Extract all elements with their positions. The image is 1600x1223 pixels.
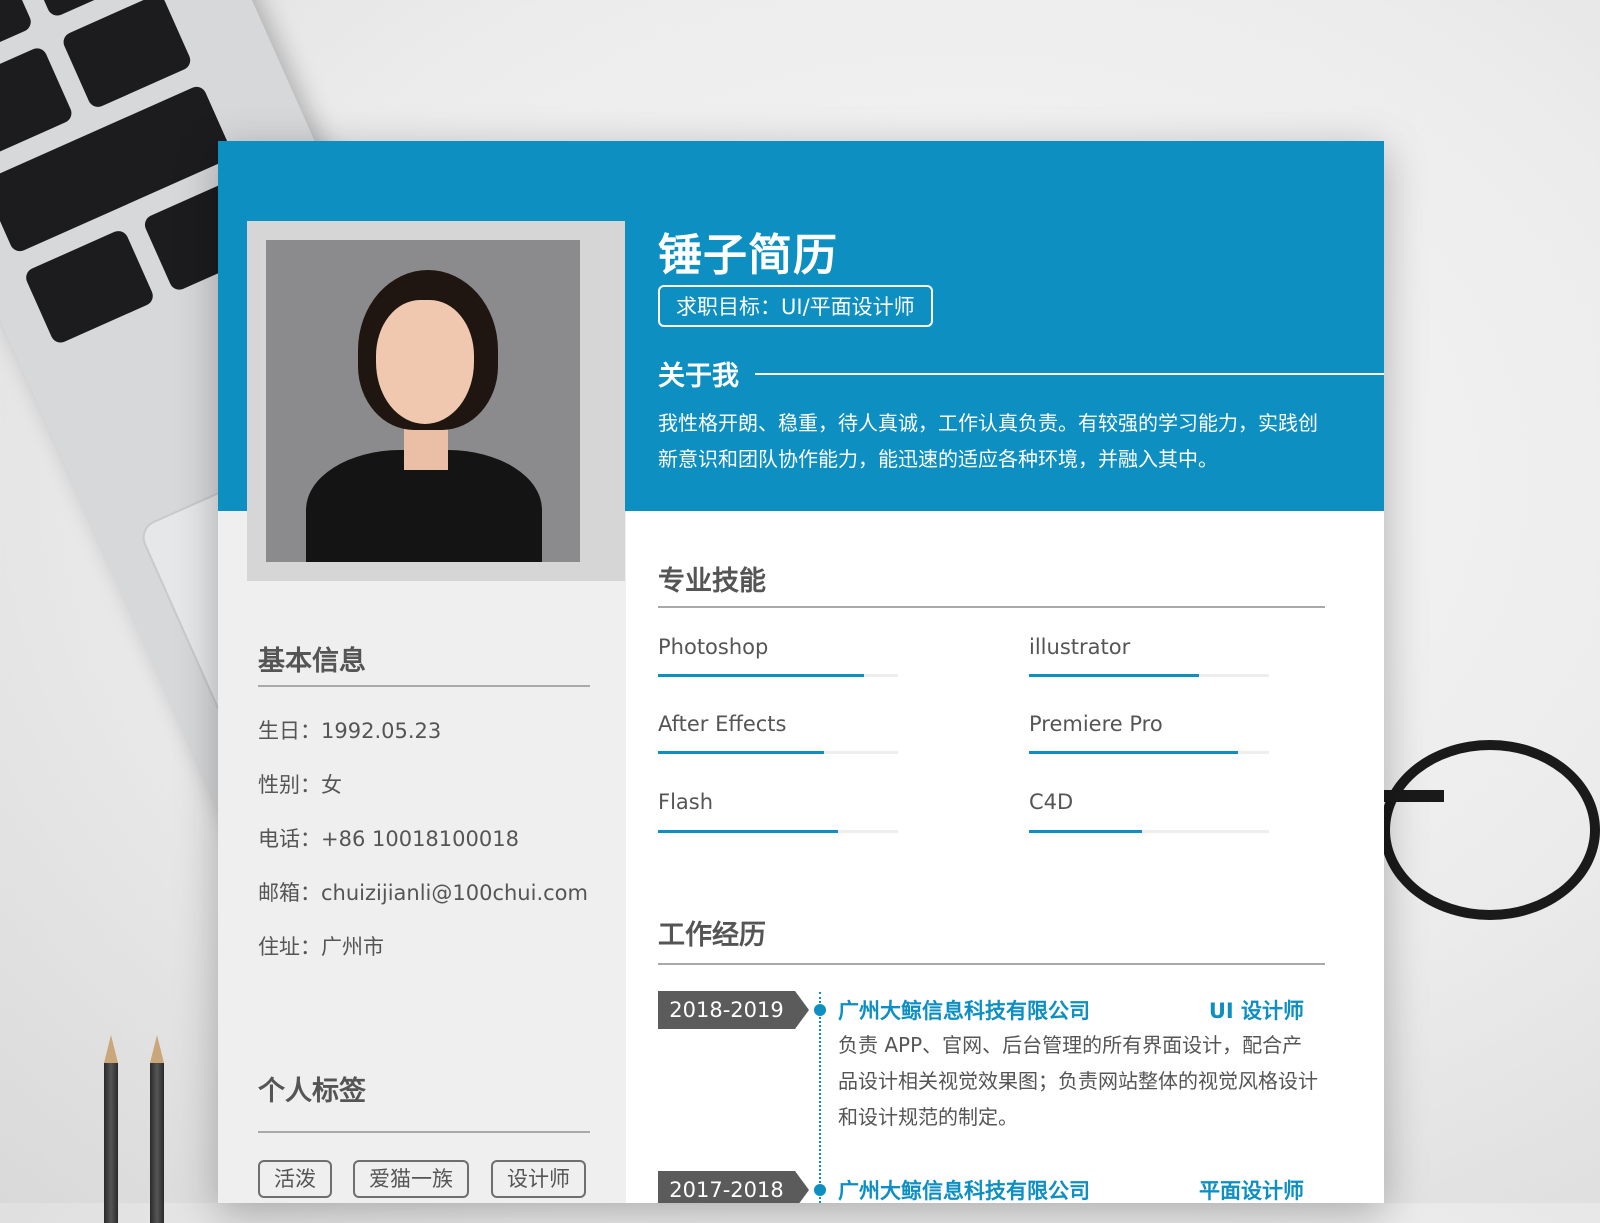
skill-label: Photoshop: [658, 635, 769, 659]
work-title: 工作经历: [658, 920, 766, 951]
about-divider: [755, 373, 1384, 375]
skill-label: Flash: [658, 790, 714, 814]
skill-label: illustrator: [1029, 635, 1131, 659]
skill-label: After Effects: [658, 712, 787, 736]
pencil-decoration: [150, 1035, 164, 1223]
tags-title: 个人标签: [258, 1076, 366, 1107]
skill-label: C4D: [1029, 790, 1074, 814]
work-role: UI 设计师: [1208, 999, 1304, 1023]
timeline-dot: [814, 1184, 826, 1196]
basic-info-divider: [258, 685, 590, 687]
info-email: 邮箱：chuizijianli@100chui.com: [258, 881, 588, 905]
work-description: 负责 APP、官网、后台管理的所有界面设计，配合产品设计相关视觉效果图；负责网站…: [838, 1033, 1318, 1129]
skills-divider: [658, 606, 1325, 608]
tag-item: 爱猫一族: [353, 1160, 469, 1198]
skill-bar-track: [1029, 674, 1269, 677]
skill-label: Premiere Pro: [1029, 712, 1163, 736]
skill-bar-fill: [1029, 674, 1200, 677]
skill-bar-fill: [1029, 751, 1238, 754]
skill-bar-fill: [658, 674, 865, 677]
tags-divider: [258, 1131, 590, 1133]
skill-bar-track: [658, 751, 898, 754]
about-text: 我性格开朗、稳重，待人真诚，工作认真负责。有较强的学习能力，实践创新意识和团队协…: [658, 411, 1318, 471]
pencil-decoration: [104, 1035, 118, 1223]
resume-name: 锤子简历: [658, 230, 838, 281]
about-title: 关于我: [658, 361, 739, 392]
work-company: 广州大鲸信息科技有限公司: [838, 999, 1090, 1023]
work-years: 2017-2018: [658, 1171, 809, 1203]
skill-bar-fill: [1029, 830, 1142, 833]
basic-info-title: 基本信息: [258, 646, 366, 677]
skill-bar-fill: [658, 751, 824, 754]
resume-sheet: 锤子简历 求职目标：UI/平面设计师 关于我 我性格开朗、稳重，待人真诚，工作认…: [218, 141, 1384, 1203]
skills-title: 专业技能: [658, 566, 766, 597]
skill-bar-track: [1029, 830, 1269, 833]
skill-bar-track: [658, 674, 898, 677]
photo-frame: [247, 221, 625, 581]
skill-bar-track: [1029, 751, 1269, 754]
skill-bar-track: [658, 830, 898, 833]
info-birthday: 生日：1992.05.23: [258, 719, 442, 743]
work-divider: [658, 963, 1325, 965]
profile-photo: [266, 240, 580, 562]
work-role: 平面设计师: [1199, 1179, 1304, 1203]
glasses-arm-decoration: [1384, 790, 1444, 802]
skill-bar-fill: [658, 830, 838, 833]
tag-item: 活泼: [258, 1160, 332, 1198]
work-years: 2018-2019: [658, 991, 809, 1029]
timeline-dot: [814, 1004, 826, 1016]
info-address: 住址：广州市: [258, 935, 384, 959]
glasses-decoration: [1380, 740, 1600, 920]
work-company: 广州大鲸信息科技有限公司: [838, 1179, 1090, 1203]
work-timeline: [819, 992, 821, 1203]
info-phone: 电话：+86 10018100018: [258, 827, 519, 851]
tag-item: 设计师: [491, 1160, 586, 1198]
info-gender: 性别：女: [258, 773, 342, 797]
job-objective: 求职目标：UI/平面设计师: [658, 285, 933, 327]
